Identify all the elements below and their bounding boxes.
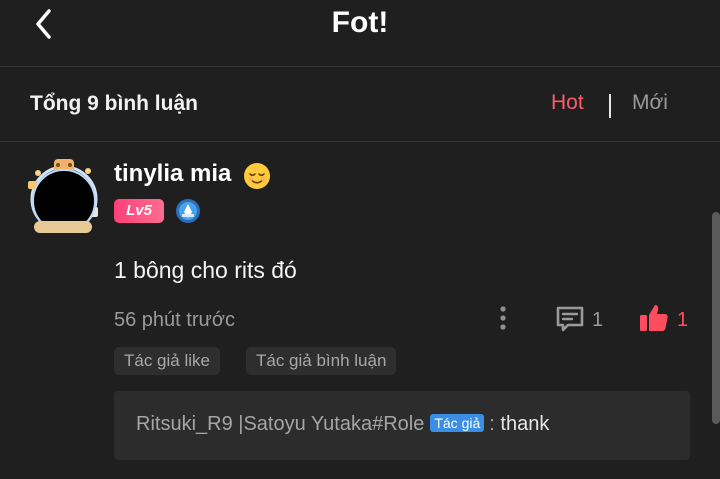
reply-author[interactable]: Ritsuki_R9 |Satoyu Yutaka#Role xyxy=(136,413,424,435)
page-title: Fot! xyxy=(331,6,389,39)
more-vertical-icon xyxy=(500,306,506,330)
reply-preview-text: Ritsuki_R9 |Satoyu Yutaka#Role Tác giả: t… xyxy=(136,413,549,436)
medal-icon xyxy=(175,198,201,229)
avatar-frame-label xyxy=(34,221,92,233)
author-tag-badge: Tác giả xyxy=(430,414,485,432)
sort-new-tab[interactable]: Mới xyxy=(632,91,668,115)
relieved-face-icon xyxy=(243,162,271,195)
comment-time: 56 phút trước xyxy=(114,309,236,331)
avatar[interactable] xyxy=(24,155,104,237)
like-button[interactable] xyxy=(638,302,670,339)
reply-button[interactable] xyxy=(554,303,586,340)
reply-preview[interactable]: Ritsuki_R9 |Satoyu Yutaka#Role Tác giả: t… xyxy=(114,391,690,460)
more-options-button[interactable] xyxy=(493,304,513,334)
reply-message: thank xyxy=(500,413,550,435)
tag-author-like: Tác giả like xyxy=(114,347,220,375)
sort-hot-tab[interactable]: Hot xyxy=(551,91,584,115)
scrollbar[interactable] xyxy=(712,212,720,424)
level-badge: Lv5 xyxy=(114,199,164,223)
comment-icon xyxy=(556,306,584,332)
reply-separator: : xyxy=(489,413,495,435)
comment-total: Tổng 9 bình luận xyxy=(30,92,198,115)
comment-username[interactable]: tinylia mia xyxy=(114,160,231,188)
thumbs-up-icon xyxy=(640,305,668,331)
sort-separator xyxy=(609,94,611,118)
reply-count: 1 xyxy=(592,309,604,331)
like-count: 1 xyxy=(677,309,689,331)
top-bar: Fot! xyxy=(0,0,720,66)
sort-bar: Tổng 9 bình luận Hot Mới xyxy=(0,67,720,141)
comment-content: 1 bông cho rits đó xyxy=(114,257,297,283)
tag-author-commented: Tác giả bình luận xyxy=(246,347,397,375)
sort-divider xyxy=(0,141,720,142)
